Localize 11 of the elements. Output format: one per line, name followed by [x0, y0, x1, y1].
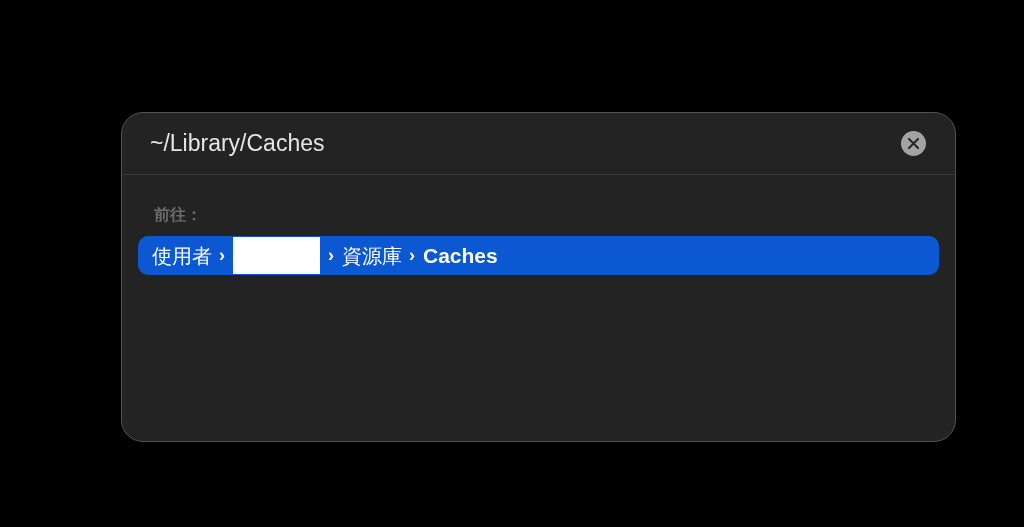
folder-label: 使用者 — [152, 243, 212, 269]
close-button[interactable] — [901, 131, 926, 156]
folder-label: 資源庫 — [342, 243, 402, 269]
close-icon — [908, 138, 919, 149]
section-label: 前往： — [154, 206, 202, 223]
chevron-separator: › — [219, 244, 225, 267]
path-field[interactable]: ~/Library/Caches — [150, 126, 325, 161]
result-row[interactable]: 使用者 › › 資源庫 › Caches — [138, 236, 939, 275]
chevron-separator: › — [328, 244, 334, 267]
current-folder-label: Caches — [423, 242, 498, 269]
chevron-separator: › — [409, 244, 415, 267]
